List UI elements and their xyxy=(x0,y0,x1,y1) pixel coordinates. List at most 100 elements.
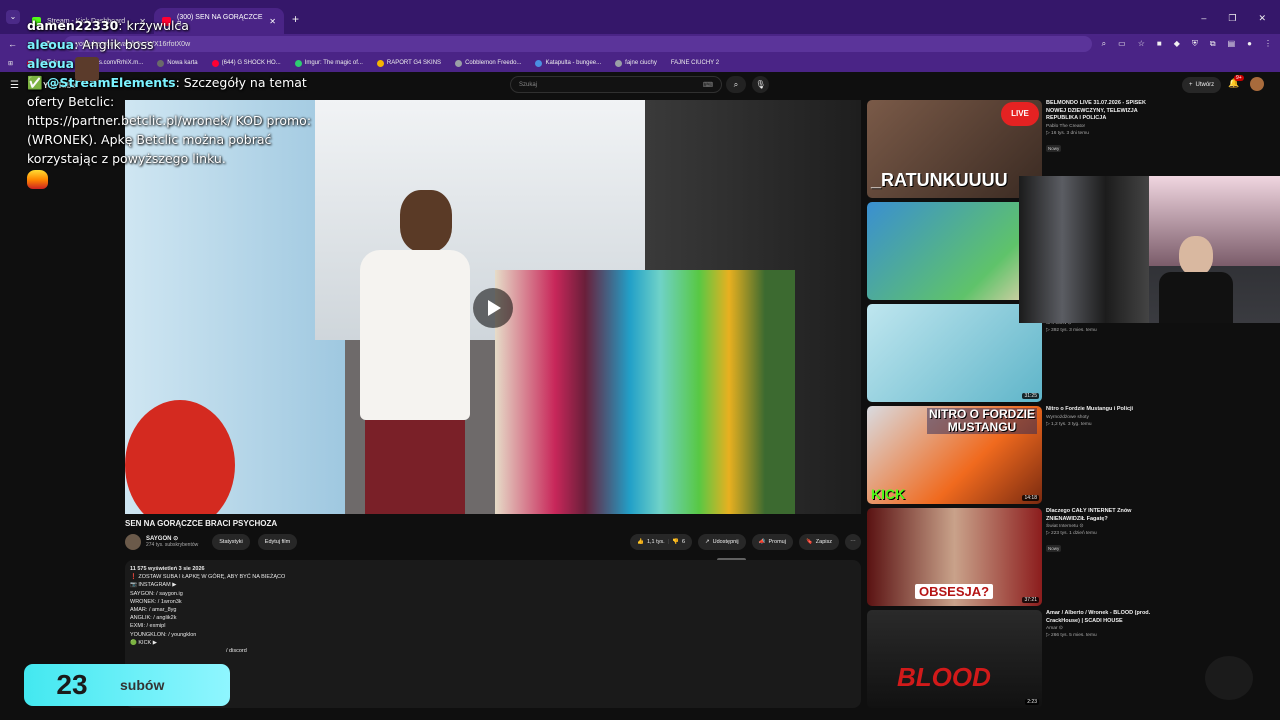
back-icon[interactable]: ← xyxy=(8,39,17,49)
create-button[interactable]: + Utwórz xyxy=(1182,77,1222,93)
edit-video-button[interactable]: Edytuj film xyxy=(257,534,298,550)
new-badge: Nowy xyxy=(1046,545,1062,552)
notifications-button[interactable]: 🔔 9+ xyxy=(1228,75,1244,89)
video-title[interactable]: Nitro o Fordzie Mustangu i Policji xyxy=(1046,406,1166,414)
video-thumbnail[interactable]: 31:25 xyxy=(867,304,1042,402)
close-window-icon[interactable]: ✕ xyxy=(1258,13,1266,24)
profile-icon[interactable]: ● xyxy=(1247,39,1252,49)
hamburger-menu-icon[interactable]: ☰ xyxy=(10,80,19,91)
bookmark-item[interactable]: Katapulta - bungee... xyxy=(535,59,602,67)
bookmark-label: Katapulta - bungee... xyxy=(545,60,602,66)
stats-label: Statystyki xyxy=(219,539,243,545)
promote-label: Promuj xyxy=(768,539,786,545)
description-link[interactable]: / discord xyxy=(130,647,856,655)
save-button[interactable]: 🔖 Zapisz xyxy=(798,534,839,550)
webcam-streamer xyxy=(1149,236,1239,323)
bookmark-item[interactable]: fajne ciuchy xyxy=(615,59,657,67)
like-button[interactable]: 👍 1,1 tys. | 👎 6 xyxy=(630,534,693,550)
bookmark-icon xyxy=(376,59,384,67)
new-badge: Nowy xyxy=(1046,144,1062,152)
chat-text: : krzywulca xyxy=(118,18,189,33)
menu-dots-icon[interactable]: ⋮ xyxy=(1264,39,1272,49)
bookmark-item[interactable]: RAPORT G4 SKINS xyxy=(376,59,441,67)
bookmark-item[interactable]: FAJNE CIUCHY 2 xyxy=(671,60,719,66)
keyboard-icon[interactable]: ⌨ xyxy=(703,81,713,89)
description-link[interactable]: AMAR: / amar_8yg xyxy=(130,606,856,614)
bookmark-star-icon[interactable]: ☆ xyxy=(1138,39,1145,49)
thumbnail-overlay-text: BLOOD xyxy=(897,662,991,692)
thumbs-up-icon: 👍 xyxy=(637,539,644,545)
video-duration: 14:18 xyxy=(1022,495,1039,501)
cast-media-icon[interactable]: ▤ xyxy=(1228,39,1236,49)
video-duration: 37:21 xyxy=(1022,597,1039,603)
chat-username: aleoua xyxy=(27,37,75,52)
bookmark-item[interactable]: Cobblemon Freedo... xyxy=(455,59,522,67)
recommendation-card[interactable]: NITRO O FORDZIE MUSTANGU KICK 14:18 Nitr… xyxy=(867,406,1273,508)
stats-button[interactable]: Statystyki xyxy=(212,534,250,550)
dislike-count: 6 xyxy=(681,539,686,545)
promote-button[interactable]: 📣 Promuj xyxy=(751,534,793,550)
video-title[interactable]: Dlaczego CAŁY INTERNET Znów ZNIENAWIDZIŁ… xyxy=(1046,508,1166,523)
search-button[interactable]: ⌕ xyxy=(726,76,746,93)
video-channel[interactable]: Pablo The Creator xyxy=(1046,123,1166,130)
apps-grid-icon[interactable]: ⊞ xyxy=(8,60,13,67)
puzzle-icon[interactable]: ⧉ xyxy=(1210,39,1216,49)
video-channel[interactable]: Wyrnożdżowe shoty xyxy=(1046,414,1166,421)
bookmark-label: FAJNE CIUCHY 2 xyxy=(670,60,720,66)
video-thumbnail[interactable]: OBSESJA? 37:21 xyxy=(867,508,1042,606)
channel-row: SAYGON ⊙ 274 tys. subskrybentów Statysty… xyxy=(125,532,861,552)
play-button-icon[interactable] xyxy=(473,288,513,328)
description-link[interactable]: SAYGON: / saygon.ig xyxy=(130,590,856,598)
video-thumbnail[interactable]: BLOOD 2:23 xyxy=(867,610,1042,708)
maximize-icon[interactable]: ❐ xyxy=(1228,13,1236,24)
thumbnail-overlay-text: OBSESJA? xyxy=(915,584,994,599)
chat-message: aleoua: Anglik boss xyxy=(27,35,317,54)
megaphone-icon: 📣 xyxy=(758,539,766,545)
cast-icon[interactable]: ▭ xyxy=(1118,39,1126,49)
shield-icon[interactable]: ⛨ xyxy=(1192,39,1198,49)
person-shirt xyxy=(360,250,470,420)
description-link[interactable]: YOUNGKLON: / youngklon xyxy=(130,631,856,639)
minimize-icon[interactable]: – xyxy=(1201,13,1206,24)
fire-emote-icon xyxy=(27,170,48,189)
person-head xyxy=(400,190,452,252)
bookmark-label: Cobblemon Freedo... xyxy=(465,60,522,66)
extension-icon[interactable]: ■ xyxy=(1157,39,1162,49)
voice-search-button[interactable]: 🎙 xyxy=(752,76,769,93)
video-thumbnail[interactable] xyxy=(867,202,1042,300)
tab-search-button[interactable]: ⌄ xyxy=(6,10,20,24)
video-channel[interactable]: Amar ⊙ xyxy=(1046,625,1166,632)
bookmark-label: fajne ciuchy xyxy=(625,60,657,66)
video-duration: 2:23 xyxy=(1025,699,1039,705)
video-thumbnail[interactable]: NITRO O FORDZIE MUSTANGU KICK 14:18 xyxy=(867,406,1042,504)
video-frame-clothing-rack xyxy=(495,270,795,514)
channel-avatar[interactable] xyxy=(125,534,141,550)
chat-username: damen22330 xyxy=(27,18,119,33)
description-line: 11 575 wyświetleń 3 sie 2026 xyxy=(130,566,205,572)
sub-counter-widget: 23 subów xyxy=(24,664,230,706)
like-count: 1,1 tys. xyxy=(646,539,665,545)
account-avatar[interactable] xyxy=(1250,77,1264,91)
recommendation-card[interactable]: OBSESJA? 37:21 Dlaczego CAŁY INTERNET Zn… xyxy=(867,508,1273,610)
zoom-icon[interactable]: ⌕ xyxy=(1102,39,1106,49)
streamer-head xyxy=(1179,236,1213,276)
streamer-watermark-icon xyxy=(1205,656,1253,700)
more-actions-button[interactable]: ⋯ xyxy=(845,534,861,550)
description-line: 🟢 KICK ▶ xyxy=(130,639,157,646)
video-title[interactable]: BELMONDO LIVE 31.07.2026 - SPISEK NOWEJ … xyxy=(1046,100,1166,123)
video-title[interactable]: Amar / Alberto / Wronek - BLOOD (prod. C… xyxy=(1046,610,1166,625)
share-button[interactable]: ↗ Udostępnij xyxy=(698,534,746,550)
video-frame-person xyxy=(340,180,480,514)
video-title: SEN NA GORĄCZCE BRACI PSYCHOZA xyxy=(125,519,278,528)
video-channel[interactable]: Świat Internetu ⊙ xyxy=(1046,523,1166,530)
thumbs-down-icon[interactable]: 👎 xyxy=(672,539,679,545)
bookmark-icon: 🔖 xyxy=(805,539,813,545)
video-thumbnail[interactable]: LIVE _RATUNKUUUU xyxy=(867,100,1042,198)
description-link[interactable]: WRONEK: / 1wron3k xyxy=(130,598,856,606)
search-input[interactable]: Szukaj ⌨ xyxy=(510,76,722,93)
description-link[interactable]: EXMI: / exmipl xyxy=(130,622,856,630)
description-link[interactable]: ANGLIK: / anglik2k xyxy=(130,614,856,622)
twitch-extension-icon[interactable]: ◆ xyxy=(1174,39,1180,49)
video-meta: Dlaczego CAŁY INTERNET Znów ZNIENAWIDZIŁ… xyxy=(1046,508,1166,610)
video-description[interactable]: 11 575 wyświetleń 3 sie 2026 ❗ ZOSTAW SU… xyxy=(125,560,861,708)
